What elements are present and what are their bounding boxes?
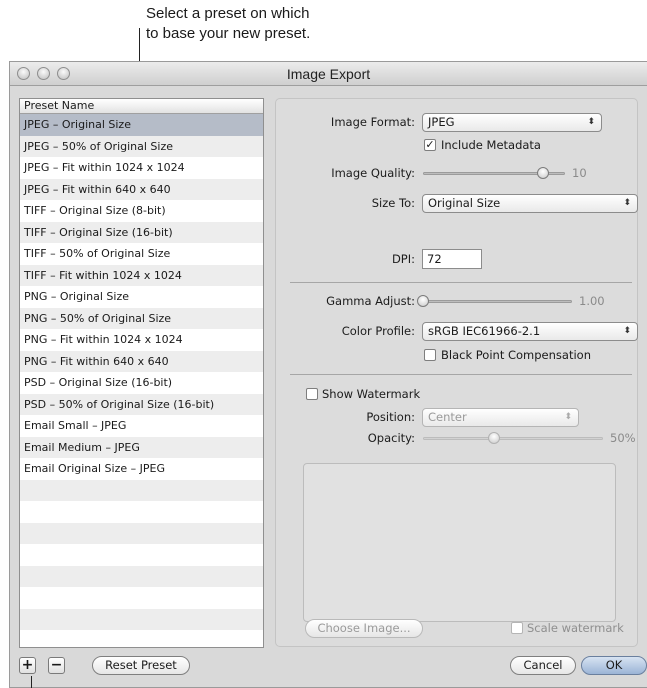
preset-row[interactable]: Email Medium – JPEG — [20, 436, 263, 458]
color-profile-value: sRGB IEC61966-2.1 — [428, 324, 541, 338]
image-quality-label: Image Quality: — [331, 166, 415, 180]
preset-row[interactable] — [20, 501, 263, 523]
window-title: Image Export — [286, 66, 371, 82]
preset-row[interactable]: Email Small – JPEG — [20, 415, 263, 437]
preset-row[interactable]: PNG – Fit within 640 x 640 — [20, 350, 263, 372]
remove-preset-button[interactable]: − — [48, 657, 65, 674]
divider — [290, 282, 632, 283]
preset-rows: JPEG – Original Size JPEG – 50% of Origin… — [20, 114, 263, 630]
preset-row[interactable]: JPEG – Original Size — [20, 114, 263, 136]
preset-row[interactable] — [20, 565, 263, 587]
preset-row[interactable]: Email Original Size – JPEG — [20, 458, 263, 480]
popup-arrows-icon: ⬍ — [623, 326, 631, 336]
opacity-value: 50% — [610, 431, 636, 445]
color-profile-popup[interactable]: sRGB IEC61966-2.1 ⬍ — [422, 322, 638, 341]
choose-image-button[interactable]: Choose Image... — [305, 619, 423, 638]
gamma-adjust-label: Gamma Adjust: — [326, 294, 415, 308]
preset-row[interactable]: PNG – Original Size — [20, 286, 263, 308]
scale-watermark-checkbox[interactable] — [511, 622, 523, 634]
divider — [290, 374, 632, 375]
black-point-compensation-checkbox[interactable] — [424, 349, 436, 361]
position-label: Position: — [366, 410, 415, 424]
preset-name-column-header[interactable]: Preset Name — [20, 99, 263, 114]
cancel-button[interactable]: Cancel — [510, 656, 576, 675]
opacity-slider-thumb[interactable] — [488, 432, 500, 444]
size-to-value: Original Size — [428, 196, 501, 210]
callout-leader-line-bottom — [31, 676, 32, 688]
preset-row[interactable] — [20, 608, 263, 630]
show-watermark-checkbox[interactable] — [306, 388, 318, 400]
image-format-label: Image Format: — [330, 115, 415, 129]
dpi-field[interactable]: 72 — [422, 249, 482, 269]
dpi-label: DPI: — [391, 252, 415, 266]
preset-row[interactable] — [20, 587, 263, 609]
preset-row[interactable]: JPEG – Fit within 1024 x 1024 — [20, 157, 263, 179]
position-popup[interactable]: Center ⬍ — [422, 408, 579, 427]
gamma-adjust-value: 1.00 — [579, 294, 605, 308]
popup-arrows-icon: ⬍ — [564, 412, 572, 422]
callout-text-line2: to base your new preset. — [146, 25, 311, 42]
gamma-adjust-slider-thumb[interactable] — [417, 295, 429, 307]
preset-row[interactable]: TIFF – Original Size (8-bit) — [20, 200, 263, 222]
export-settings-panel: Image Format: JPEG ⬍ ✓ Include Metadata … — [275, 98, 638, 647]
image-format-value: JPEG — [428, 115, 455, 129]
watermark-preview-well — [303, 463, 616, 622]
preset-row[interactable] — [20, 479, 263, 501]
gamma-adjust-slider[interactable] — [423, 300, 572, 303]
image-export-window: Image Export Preset Name JPEG – Original… — [9, 61, 647, 688]
image-format-popup[interactable]: JPEG ⬍ — [422, 113, 602, 132]
size-to-popup[interactable]: Original Size ⬍ — [422, 194, 638, 213]
preset-row[interactable]: JPEG – Fit within 640 x 640 — [20, 178, 263, 200]
preset-row[interactable]: PNG – 50% of Original Size — [20, 307, 263, 329]
preset-row[interactable] — [20, 522, 263, 544]
popup-arrows-icon: ⬍ — [623, 198, 631, 208]
opacity-label: Opacity: — [367, 431, 415, 445]
ok-button[interactable]: OK — [581, 656, 647, 675]
reset-preset-button[interactable]: Reset Preset — [92, 656, 190, 675]
preset-row[interactable]: TIFF – 50% of Original Size — [20, 243, 263, 265]
image-quality-slider-thumb[interactable] — [537, 167, 549, 179]
color-profile-label: Color Profile: — [341, 324, 415, 338]
add-preset-button[interactable]: + — [19, 657, 36, 674]
preset-row[interactable] — [20, 544, 263, 566]
preset-list[interactable]: Preset Name JPEG – Original Size JPEG – 5… — [19, 98, 264, 648]
preset-row[interactable]: PNG – Fit within 1024 x 1024 — [20, 329, 263, 351]
preset-row[interactable]: PSD – Original Size (16-bit) — [20, 372, 263, 394]
image-quality-value: 10 — [572, 166, 587, 180]
callout-text-line1: Select a preset on which — [146, 5, 310, 22]
scale-watermark-label: Scale watermark — [527, 621, 624, 635]
preset-row[interactable]: JPEG – 50% of Original Size — [20, 135, 263, 157]
popup-arrows-icon: ⬍ — [587, 117, 595, 127]
include-metadata-checkbox[interactable]: ✓ — [424, 139, 436, 151]
opacity-slider[interactable] — [423, 437, 603, 440]
preset-row[interactable]: PSD – 50% of Original Size (16-bit) — [20, 393, 263, 415]
show-watermark-label: Show Watermark — [322, 387, 421, 401]
include-metadata-label: Include Metadata — [441, 138, 541, 152]
preset-row[interactable]: TIFF – Fit within 1024 x 1024 — [20, 264, 263, 286]
preset-row[interactable]: TIFF – Original Size (16-bit) — [20, 221, 263, 243]
title-bar: Image Export — [10, 62, 647, 86]
size-to-label: Size To: — [371, 196, 415, 210]
black-point-compensation-label: Black Point Compensation — [441, 348, 591, 362]
position-value: Center — [428, 410, 467, 424]
